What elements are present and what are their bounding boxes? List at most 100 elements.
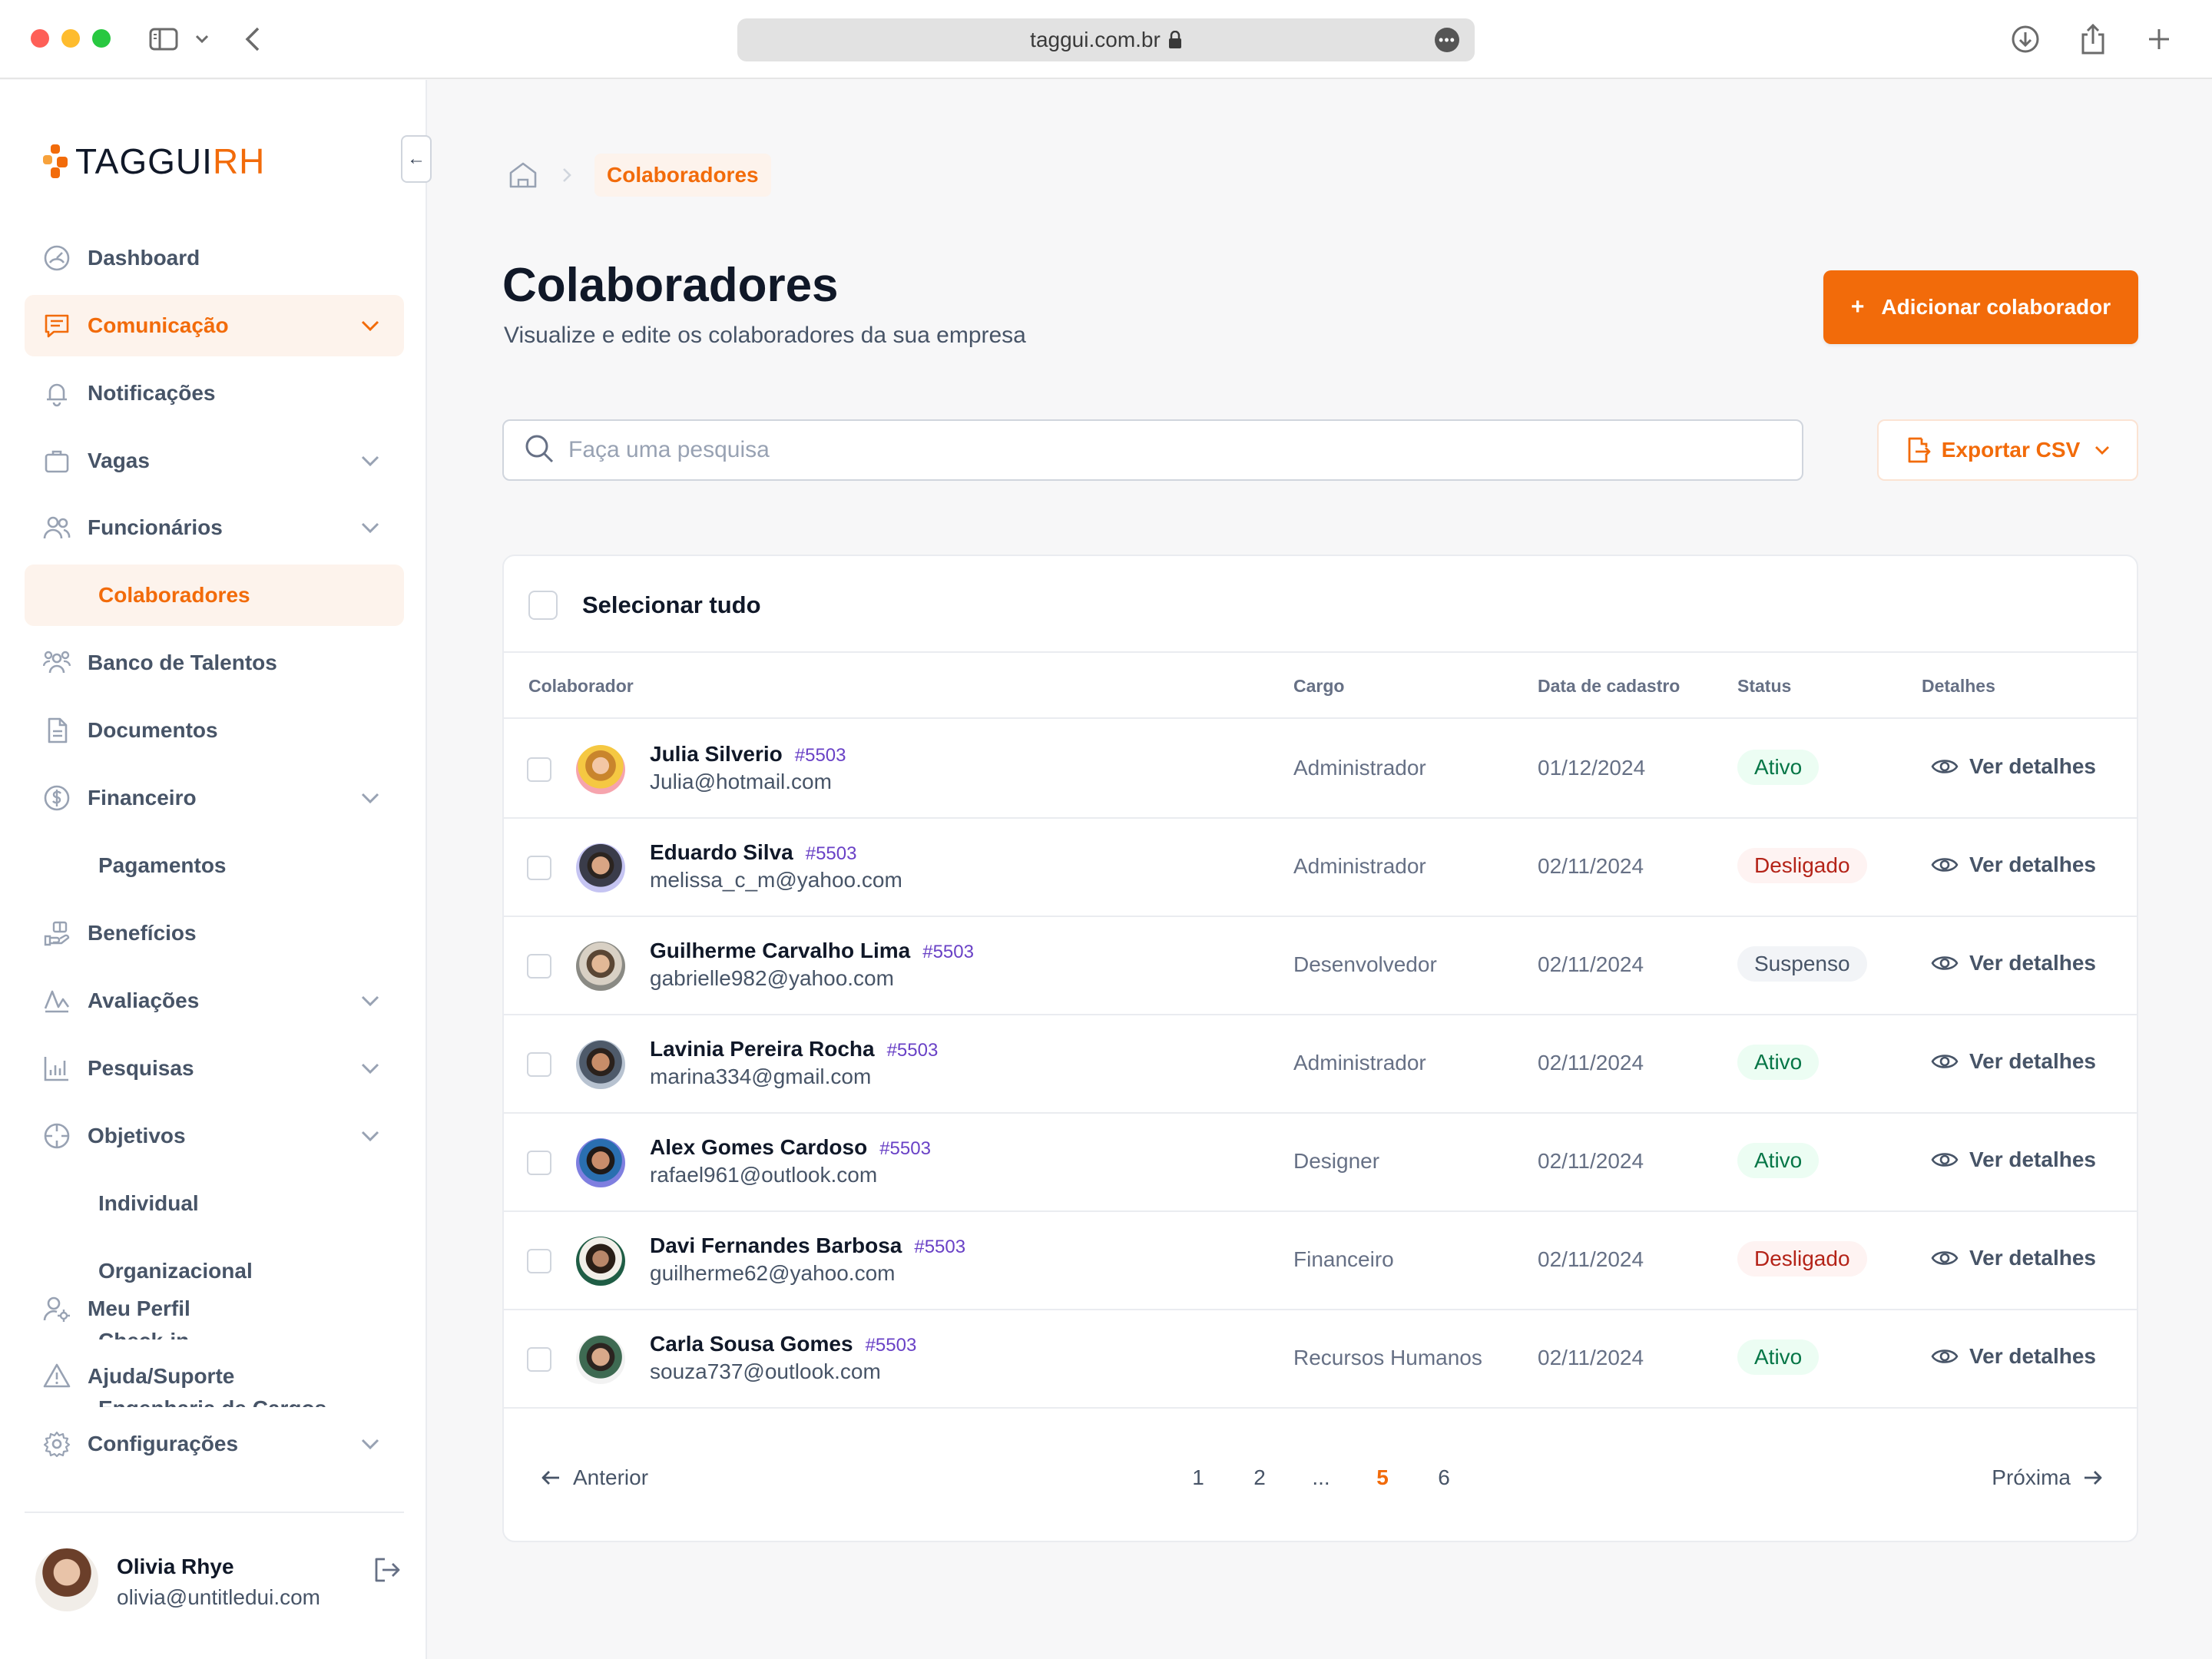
sidebar-item-funcionarios[interactable]: Funcionários <box>25 497 404 558</box>
sidebar-item-avaliacoes[interactable]: Avaliações <box>25 970 404 1031</box>
colaborador-email: rafael961@outlook.com <box>650 1163 878 1187</box>
colaborador-date: 02/11/2024 <box>1538 952 1644 976</box>
back-arrow-icon[interactable] <box>237 23 269 55</box>
row-checkbox[interactable] <box>527 1052 551 1077</box>
ver-detalhes-link[interactable]: Ver detalhes <box>1931 853 2096 877</box>
sidebar-item-financeiro[interactable]: Financeiro <box>25 767 404 829</box>
sidebar-item-pagamentos[interactable]: Pagamentos <box>25 835 404 896</box>
window-zoom-button[interactable] <box>92 29 111 48</box>
ver-detalhes-label: Ver detalhes <box>1969 1147 2096 1171</box>
status-badge: Ativo <box>1737 1143 1820 1178</box>
message-square-icon <box>41 310 72 341</box>
page-subtitle: Visualize e edite os colaboradores da su… <box>504 323 1026 348</box>
window-minimize-button[interactable] <box>61 29 80 48</box>
column-header-cargo[interactable]: Cargo <box>1293 676 1344 697</box>
avatar <box>576 843 625 892</box>
colaborador-name: Carla Sousa Gomes #5503 <box>650 1332 916 1356</box>
row-checkbox[interactable] <box>527 757 551 782</box>
taggui-logo[interactable]: TAGGUIRH <box>41 140 265 183</box>
avatar[interactable] <box>35 1548 98 1611</box>
ver-detalhes-link[interactable]: Ver detalhes <box>1931 1147 2096 1172</box>
page-number-5[interactable]: 5 <box>1367 1465 1398 1490</box>
column-header-detalhes[interactable]: Detalhes <box>1922 676 1995 697</box>
share-icon[interactable] <box>2077 23 2109 55</box>
download-icon[interactable] <box>2009 23 2041 55</box>
address-bar[interactable]: taggui.com.br ••• <box>737 18 1475 61</box>
colaborador-email: souza737@outlook.com <box>650 1359 881 1383</box>
home-icon[interactable] <box>507 159 539 191</box>
breadcrumb-current[interactable]: Colaboradores <box>594 154 771 197</box>
page-number-2[interactable]: 2 <box>1244 1465 1275 1490</box>
ver-detalhes-link[interactable]: Ver detalhes <box>1931 1246 2096 1270</box>
sidebar-item-colaboradores[interactable]: Colaboradores <box>25 565 404 626</box>
column-header-status[interactable]: Status <box>1737 676 1791 697</box>
ver-detalhes-link[interactable]: Ver detalhes <box>1931 1049 2096 1074</box>
sidebar-item-dashboard[interactable]: Dashboard <box>25 227 404 289</box>
status-badge: Desligado <box>1737 848 1867 883</box>
colaborador-email: melissa_c_m@yahoo.com <box>650 868 902 892</box>
sidebar-item-pesquisas[interactable]: Pesquisas <box>25 1038 404 1099</box>
avatar <box>576 1040 625 1089</box>
page-number-6[interactable]: 6 <box>1429 1465 1459 1490</box>
colaborador-name-text: Carla Sousa Gomes <box>650 1332 853 1356</box>
row-checkbox[interactable] <box>527 1151 551 1175</box>
eye-icon <box>1931 1051 1959 1071</box>
row-checkbox[interactable] <box>527 1347 551 1372</box>
add-colaborador-button[interactable]: + Adicionar colaborador <box>1823 270 2138 344</box>
eye-icon <box>1931 1346 1959 1366</box>
dollar-circle-icon <box>41 783 72 813</box>
sidebar-toggle-icon[interactable] <box>147 23 180 55</box>
page-number-1[interactable]: 1 <box>1183 1465 1214 1490</box>
browser-toolbar: taggui.com.br ••• <box>0 0 2212 79</box>
select-all[interactable]: Selecionar tudo <box>528 588 761 622</box>
profile-email: olivia@untitledui.com <box>117 1585 320 1609</box>
sidebar-item-label: Pagamentos <box>98 853 227 877</box>
colaboradores-table-card: Selecionar tudo Colaborador Cargo Data d… <box>502 555 2138 1542</box>
sidebar-item-label: Banco de Talentos <box>88 651 277 674</box>
export-csv-button[interactable]: Exportar CSV <box>1877 419 2138 481</box>
window-close-button[interactable] <box>31 29 49 48</box>
sidebar-item-ajuda-suporte[interactable]: Ajuda/Suporte <box>25 1346 404 1407</box>
pagination-prev-button[interactable]: Anterior <box>541 1465 648 1490</box>
eye-icon <box>1931 757 1959 777</box>
ver-detalhes-link[interactable]: Ver detalhes <box>1931 754 2096 779</box>
select-all-label: Selecionar tudo <box>582 591 761 618</box>
sidebar-item-notificacoes[interactable]: Notificações <box>25 363 404 424</box>
sidebar-item-vagas[interactable]: Vagas <box>25 430 404 492</box>
column-header-data[interactable]: Data de cadastro <box>1538 676 1680 697</box>
sidebar-item-objetivos[interactable]: Objetivos <box>25 1105 404 1167</box>
colaborador-name: Eduardo Silva #5503 <box>650 840 856 865</box>
sidebar-item-documentos[interactable]: Documentos <box>25 700 404 761</box>
row-checkbox[interactable] <box>527 954 551 979</box>
colaborador-name: Julia Silverio #5503 <box>650 742 846 767</box>
sidebar-item-configuracoes[interactable]: Configurações <box>25 1413 404 1475</box>
table-row: Davi Fernandes Barbosa #5503 guilherme62@y… <box>504 1212 2137 1310</box>
sidebar-item-comunicacao[interactable]: Comunicação <box>25 295 404 356</box>
new-tab-icon[interactable] <box>2143 23 2175 55</box>
sidebar-item-label: Colaboradores <box>98 583 250 607</box>
colaborador-cargo: Administrador <box>1293 756 1426 780</box>
collapse-sidebar-button[interactable]: ← <box>401 135 432 183</box>
ver-detalhes-link[interactable]: Ver detalhes <box>1931 951 2096 975</box>
sidebar-item-individual[interactable]: Individual <box>25 1173 404 1234</box>
colaborador-name-text: Julia Silverio <box>650 742 783 766</box>
chevron-down-icon <box>358 786 382 810</box>
colaborador-name-text: Guilherme Carvalho Lima <box>650 939 911 962</box>
chevron-down-icon <box>358 449 382 473</box>
row-checkbox[interactable] <box>527 1249 551 1273</box>
avatar <box>576 1138 625 1187</box>
select-all-checkbox[interactable] <box>528 591 558 620</box>
pagination-next-button[interactable]: Próxima <box>1992 1465 2103 1490</box>
row-checkbox[interactable] <box>527 856 551 880</box>
ver-detalhes-link[interactable]: Ver detalhes <box>1931 1344 2096 1369</box>
search-input[interactable] <box>568 437 1720 463</box>
logout-icon[interactable] <box>370 1553 404 1587</box>
sidebar-item-banco-de-talentos[interactable]: Banco de Talentos <box>25 632 404 694</box>
sidebar-item-beneficios[interactable]: Benefícios <box>25 902 404 964</box>
column-header-colaborador[interactable]: Colaborador <box>528 676 634 697</box>
chevron-down-icon[interactable] <box>190 23 214 55</box>
sidebar-item-label: Notificações <box>88 381 216 405</box>
more-options-icon[interactable]: ••• <box>1435 28 1459 52</box>
sidebar-item-meu-perfil[interactable]: Meu Perfil <box>25 1278 404 1339</box>
document-icon <box>41 715 72 746</box>
